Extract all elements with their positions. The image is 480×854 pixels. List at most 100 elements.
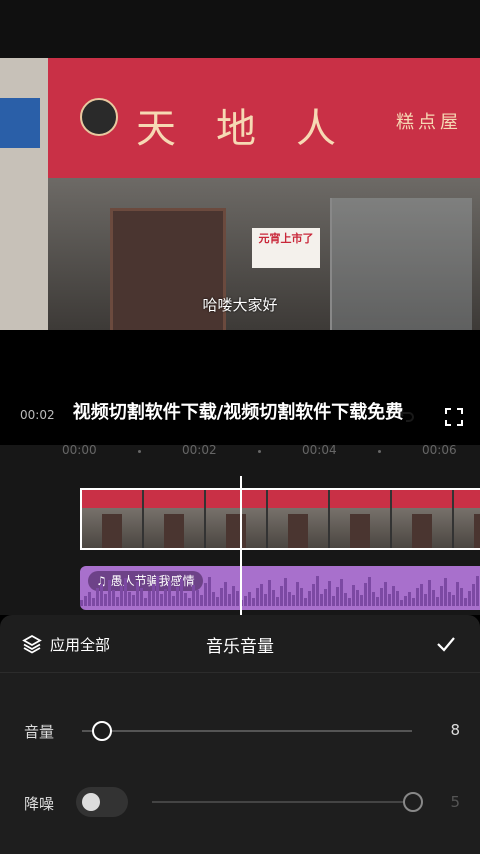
waveform-bar [100,584,103,606]
playhead[interactable] [240,476,242,616]
waveform-bar [412,598,415,606]
waveform-bar [336,587,339,606]
waveform-bar [196,590,199,606]
waveform-bar [356,590,359,606]
waveform-bar [116,597,119,606]
waveform-bar [260,584,263,606]
waveform-bar [108,580,111,606]
waveform-bar [144,598,147,606]
waveform-bar [244,596,247,606]
audio-clip-label: ♫ 愚人节骗我感情 [88,571,203,591]
waveform-bar [228,594,231,606]
waveform-bar [284,578,287,606]
waveform-bar [288,592,291,606]
waveform-bar [472,584,475,606]
waveform-bar [360,595,363,606]
video-thumbnail [330,490,390,548]
waveform-bar [252,598,255,606]
preview-blue-sign [0,98,40,148]
waveform-bar [172,596,175,606]
denoise-slider-track[interactable] [152,801,412,803]
waveform-bar [80,600,83,606]
denoise-value: 5 [450,793,460,811]
check-icon[interactable] [434,632,458,656]
volume-value: 8 [450,721,460,739]
waveform-bar [192,585,195,606]
waveform-bar [396,591,399,606]
waveform-bar [204,583,207,606]
shop-logo [80,98,118,136]
waveform-bar [344,593,347,606]
waveform-bar [424,594,427,606]
ruler-dot [378,450,381,453]
video-subtitle: 哈喽大家好 [202,296,278,314]
poster-title: 元宵上市了 [258,232,314,245]
denoise-label: 降噪 [24,795,55,813]
waveform-bar [300,588,303,606]
video-preview[interactable]: 天地人 糕点屋 元宵上市了 哈喽大家好 [0,58,480,330]
waveform-bar [256,588,259,606]
ruler-dot [258,450,261,453]
waveform-bar [168,581,171,606]
waveform-bar [428,580,431,606]
waveform-bar [140,588,143,606]
waveform-bar [392,586,395,606]
waveform-bar [388,594,391,606]
waveform-bar [136,582,139,606]
waveform-bar [264,594,267,606]
top-bar [0,0,480,58]
waveform-bar [156,576,159,606]
volume-slider-handle[interactable] [91,721,112,741]
waveform-bar [404,596,407,606]
ruler-tick-label: 00:04 [302,443,337,457]
waveform-bar [224,582,227,606]
waveform-bar [160,594,163,606]
waveform-bar [208,577,211,606]
fullscreen-icon[interactable] [444,407,464,427]
waveform-bar [368,577,371,606]
video-thumbnail [392,490,452,548]
video-clip[interactable] [80,488,480,550]
overlay-title: 视频切割软件下载/视频切割软件下载免费 [72,402,404,423]
video-thumbnail [206,490,266,548]
waveform-bar [476,576,479,606]
video-thumbnail [82,490,142,548]
waveform-bar [248,592,251,606]
waveform-bar [184,593,187,606]
waveform-bar [308,591,311,606]
sheet-divider [0,672,480,673]
waveform-bar [348,598,351,606]
waveform-bar [452,595,455,606]
waveform-bar [448,592,451,606]
waveform-bar [164,589,167,606]
waveform-bar [364,583,367,606]
waveform-bar [464,598,467,606]
waveform-bar [96,588,99,606]
waveform-bar [456,582,459,606]
waveform-bar [408,592,411,606]
video-thumbnail [144,490,204,548]
waveform-bar [148,591,151,606]
audio-clip[interactable]: ♫ 愚人节骗我感情 [80,566,480,610]
waveform-bar [152,584,155,606]
waveform-bar [384,582,387,606]
waveform-bar [88,592,91,606]
waveform-bar [416,588,419,606]
waveform-bar [432,590,435,606]
waveform-bar [376,597,379,606]
volume-label: 音量 [24,723,55,741]
waveform-bar [216,597,219,606]
ruler-tick-label: 00:00 [62,443,97,457]
waveform-bar [220,588,223,606]
volume-slider-track[interactable] [82,730,412,732]
waveform-bar [200,595,203,606]
waveform-bar [268,580,271,606]
shop-sign-text: 天地人 [136,106,376,152]
denoise-slider-handle[interactable] [403,792,423,812]
video-thumbnail [454,490,480,548]
waveform-bar [104,594,107,606]
waveform-bar [124,578,127,606]
sheet-title: 音乐音量 [206,637,274,657]
waveform-bar [304,598,307,606]
waveform-bar [280,586,283,606]
